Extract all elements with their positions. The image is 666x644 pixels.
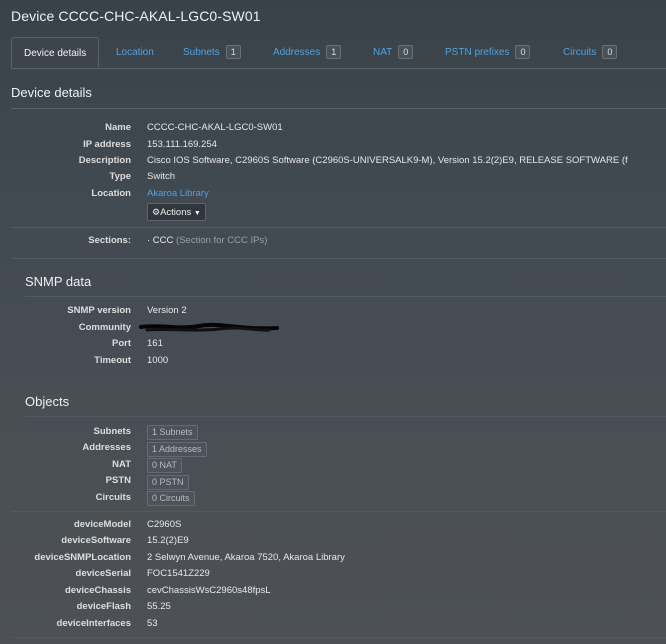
tab-count-badge: 0 bbox=[602, 45, 618, 60]
community-label: Community bbox=[78, 322, 131, 333]
divider bbox=[25, 416, 666, 417]
divider bbox=[11, 637, 666, 638]
device-flash-label: deviceFlash bbox=[76, 601, 131, 612]
device-flash-value: 55.25 bbox=[147, 601, 171, 612]
subnets-label: Subnets bbox=[93, 426, 131, 437]
timeout-label: Timeout bbox=[94, 355, 131, 366]
port-label: Port bbox=[112, 338, 131, 349]
location-link[interactable]: Akaroa Library bbox=[147, 188, 209, 199]
caret-down-icon: ▼ bbox=[193, 210, 201, 217]
circuits-label: Circuits bbox=[95, 492, 131, 503]
device-name-value: CCCC-CHC-AKAL-LGC0-SW01 bbox=[147, 122, 283, 133]
gears-icon: ⚙ bbox=[152, 207, 161, 217]
description-label: Description bbox=[78, 155, 131, 166]
name-label: Name bbox=[105, 122, 131, 133]
divider bbox=[11, 227, 666, 228]
circuits-count-box[interactable]: 0 Circuits bbox=[147, 491, 195, 506]
tab-label: NAT bbox=[373, 47, 393, 58]
tab-label: Circuits bbox=[563, 47, 597, 58]
snmp-version-label: SNMP version bbox=[67, 305, 131, 316]
redaction-scribble bbox=[139, 322, 279, 332]
tab-label: Device details bbox=[24, 48, 87, 59]
snmp-version-value: Version 2 bbox=[147, 305, 187, 316]
port-value: 161 bbox=[147, 338, 163, 349]
page-title: Device CCCC-CHC-AKAL-LGC0-SW01 bbox=[11, 8, 261, 24]
device-interfaces-label: deviceInterfaces bbox=[56, 618, 131, 629]
addresses-label: Addresses bbox=[82, 442, 131, 453]
device-software-value: 15.2(2)E9 bbox=[147, 535, 189, 546]
divider bbox=[11, 258, 666, 259]
ip-address-value: 153.111.169.254 bbox=[147, 139, 217, 150]
divider bbox=[25, 296, 666, 297]
tab-label: Subnets bbox=[183, 47, 220, 58]
pstn-count-box[interactable]: 0 PSTN bbox=[147, 475, 189, 490]
section-item: · CCC (Section for CCC IPs) bbox=[147, 235, 267, 246]
tab-count-badge: 1 bbox=[225, 45, 241, 60]
nat-label: NAT bbox=[112, 459, 131, 470]
device-chassis-value: cevChassisWsC2960s48fpsL bbox=[147, 585, 271, 596]
tab-nat[interactable]: NAT 0 bbox=[373, 37, 414, 68]
tab-label: Location bbox=[116, 47, 154, 58]
device-snmp-location-label: deviceSNMPLocation bbox=[34, 552, 131, 563]
tab-count-badge: 0 bbox=[398, 45, 414, 60]
device-serial-value: FOC1541Z229 bbox=[147, 568, 210, 579]
device-chassis-label: deviceChassis bbox=[64, 585, 131, 596]
tab-subnets[interactable]: Subnets 1 bbox=[183, 37, 241, 68]
section-note: (Section for CCC IPs) bbox=[176, 235, 268, 246]
addresses-count-box[interactable]: 1 Addresses bbox=[147, 442, 207, 457]
tab-count-badge: 1 bbox=[326, 45, 342, 60]
tab-bar: Device details Location Subnets 1 Address… bbox=[11, 37, 666, 69]
description-value: Cisco IOS Software, C2960S Software (C29… bbox=[147, 155, 628, 166]
tab-label: PSTN prefixes bbox=[445, 47, 510, 58]
timeout-value: 1000 bbox=[147, 355, 169, 366]
divider bbox=[11, 108, 666, 109]
tab-addresses[interactable]: Addresses 1 bbox=[273, 37, 342, 68]
device-software-label: deviceSoftware bbox=[61, 535, 131, 546]
device-snmp-location-value: 2 Selwyn Avenue, Akaroa 7520, Akaroa Lib… bbox=[147, 552, 345, 563]
tab-count-badge: 0 bbox=[515, 45, 531, 60]
section-name: · CCC bbox=[147, 235, 174, 246]
nat-count-box[interactable]: 0 NAT bbox=[147, 458, 182, 473]
tab-pstn-prefixes[interactable]: PSTN prefixes 0 bbox=[445, 37, 531, 68]
device-interfaces-value: 53 bbox=[147, 618, 158, 629]
tab-location[interactable]: Location bbox=[116, 37, 154, 68]
ip-address-label: IP address bbox=[83, 139, 131, 150]
device-serial-label: deviceSerial bbox=[75, 568, 131, 579]
device-model-label: deviceModel bbox=[73, 519, 131, 530]
type-label: Type bbox=[109, 171, 131, 182]
type-value: Switch bbox=[147, 171, 175, 182]
section-title-objects: Objects bbox=[25, 394, 70, 409]
tab-circuits[interactable]: Circuits 0 bbox=[563, 37, 618, 68]
divider bbox=[11, 511, 666, 512]
subnets-count-box[interactable]: 1 Subnets bbox=[147, 425, 198, 440]
section-title-snmp: SNMP data bbox=[25, 274, 92, 289]
sections-label: Sections: bbox=[88, 235, 131, 246]
tab-label: Addresses bbox=[273, 47, 321, 58]
device-model-value: C2960S bbox=[147, 519, 182, 530]
tab-device-details[interactable]: Device details bbox=[11, 37, 100, 68]
actions-button[interactable]: ⚙Actions ▼ bbox=[147, 203, 206, 221]
pstn-label: PSTN bbox=[105, 475, 131, 486]
actions-label: Actions bbox=[160, 207, 192, 218]
location-label: Location bbox=[91, 188, 131, 199]
section-title-device-details: Device details bbox=[11, 85, 92, 100]
